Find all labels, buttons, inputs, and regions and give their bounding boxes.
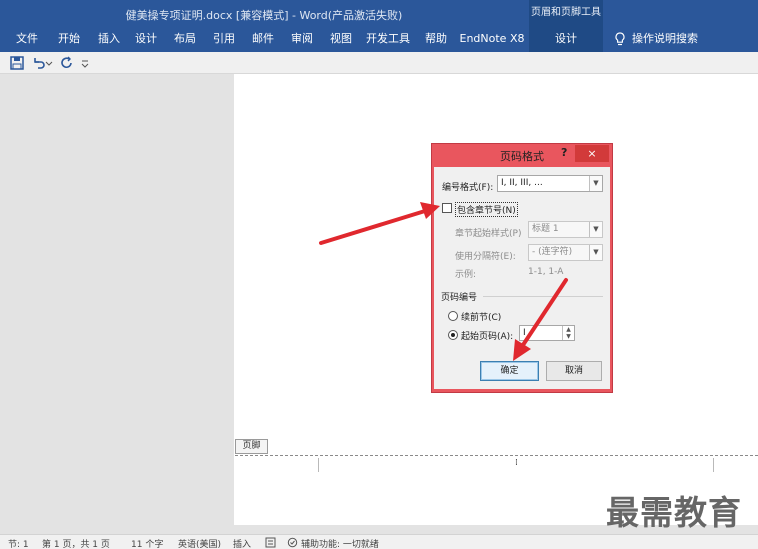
footer-tag: 页脚 xyxy=(235,439,268,454)
status-section[interactable]: 节: 1 xyxy=(8,537,29,549)
ribbon-tab-bar: 文件 开始 插入 设计 布局 引用 邮件 审阅 视图 开发工具 帮助 EndNo… xyxy=(0,26,758,52)
chevron-down-icon: ▼ xyxy=(589,222,602,237)
start-at-stepper[interactable]: I ▲ ▼ xyxy=(519,325,575,341)
ok-button[interactable]: 确定 xyxy=(480,361,539,381)
dialog-close-button[interactable]: × xyxy=(575,145,609,162)
tab-references[interactable]: 引用 xyxy=(205,26,243,52)
cancel-button[interactable]: 取消 xyxy=(546,361,602,381)
include-chapter-label[interactable]: 包含章节号(N) xyxy=(455,202,518,217)
status-word-count[interactable]: 11 个字 xyxy=(131,537,163,549)
undo-dropdown-icon[interactable] xyxy=(45,55,53,71)
start-at-radio[interactable] xyxy=(448,330,458,340)
example-label: 示例: xyxy=(455,270,477,280)
tab-endnote[interactable]: EndNote X8 xyxy=(458,26,526,52)
quick-access-toolbar xyxy=(0,52,758,74)
chevron-up-icon[interactable]: ▲ xyxy=(562,326,574,333)
save-icon[interactable] xyxy=(9,55,25,71)
tab-help[interactable]: 帮助 xyxy=(417,26,455,52)
continue-radio[interactable] xyxy=(448,311,458,321)
status-page[interactable]: 第 1 页，共 1 页 xyxy=(42,537,110,549)
example-value: 1-1, 1-A xyxy=(528,267,564,277)
include-chapter-checkbox[interactable] xyxy=(442,203,452,213)
start-at-label[interactable]: 起始页码(A): xyxy=(461,329,513,342)
chapter-style-label: 章节起始样式(P) xyxy=(455,229,522,239)
tab-review[interactable]: 审阅 xyxy=(283,26,321,52)
tab-layout[interactable]: 布局 xyxy=(166,26,204,52)
tab-view[interactable]: 视图 xyxy=(322,26,360,52)
customize-icon[interactable] xyxy=(80,55,90,71)
tell-me-search[interactable]: 操作说明搜索 xyxy=(632,26,698,52)
tab-header-footer-design[interactable]: 设计 xyxy=(529,26,603,52)
start-at-value: I xyxy=(523,328,526,338)
footer-boundary xyxy=(235,455,758,456)
tab-mailings[interactable]: 邮件 xyxy=(244,26,282,52)
title-bar: 健美操专项证明.docx [兼容模式] - Word(产品激活失败) 页眉和页脚… xyxy=(0,0,758,26)
dialog-help-button[interactable]: ? xyxy=(561,146,573,162)
tab-home[interactable]: 开始 xyxy=(50,26,88,52)
chapter-style-value: 标题 1 xyxy=(532,224,559,234)
continue-label[interactable]: 续前节(C) xyxy=(461,310,501,323)
status-insert-mode[interactable]: 插入 xyxy=(233,537,251,549)
redo-icon[interactable] xyxy=(59,55,75,71)
chapter-style-select[interactable]: 标题 1 ▼ xyxy=(528,221,603,238)
chevron-down-icon: ▼ xyxy=(589,245,602,260)
accessibility-icon[interactable] xyxy=(287,537,298,548)
separator-select[interactable]: - (连字符) ▼ xyxy=(528,244,603,261)
number-format-select[interactable]: I, II, III, ... ▼ xyxy=(497,175,603,192)
section-divider xyxy=(483,296,603,297)
window-title: 健美操专项证明.docx [兼容模式] - Word(产品激活失败) xyxy=(125,9,403,22)
tab-developer[interactable]: 开发工具 xyxy=(362,26,414,52)
text-cursor: ⁞ xyxy=(515,458,518,468)
tab-file[interactable]: 文件 xyxy=(8,26,46,52)
number-format-label: 编号格式(F): xyxy=(442,183,494,193)
left-margin-mark xyxy=(318,458,319,472)
tab-insert[interactable]: 插入 xyxy=(90,26,128,52)
page-numbering-label: 页码编号 xyxy=(441,293,478,303)
macro-record-icon[interactable] xyxy=(265,537,276,548)
number-format-value: I, II, III, ... xyxy=(501,178,543,188)
status-accessibility[interactable]: 辅助功能: 一切就绪 xyxy=(301,537,379,549)
watermark-logo: 最需教育 xyxy=(606,493,742,532)
chevron-down-icon: ▼ xyxy=(589,176,602,191)
separator-value: - (连字符) xyxy=(532,247,573,257)
status-language[interactable]: 英语(美国) xyxy=(178,537,221,549)
lightbulb-icon[interactable] xyxy=(612,31,628,47)
chevron-down-icon[interactable]: ▼ xyxy=(562,333,574,340)
separator-label: 使用分隔符(E): xyxy=(455,252,516,262)
contextual-tab-title: 页眉和页脚工具 xyxy=(529,0,603,26)
status-bar: 节: 1 第 1 页，共 1 页 11 个字 英语(美国) 插入 辅助功能: 一… xyxy=(0,534,758,549)
tab-design[interactable]: 设计 xyxy=(127,26,165,52)
right-margin-mark xyxy=(713,458,714,472)
